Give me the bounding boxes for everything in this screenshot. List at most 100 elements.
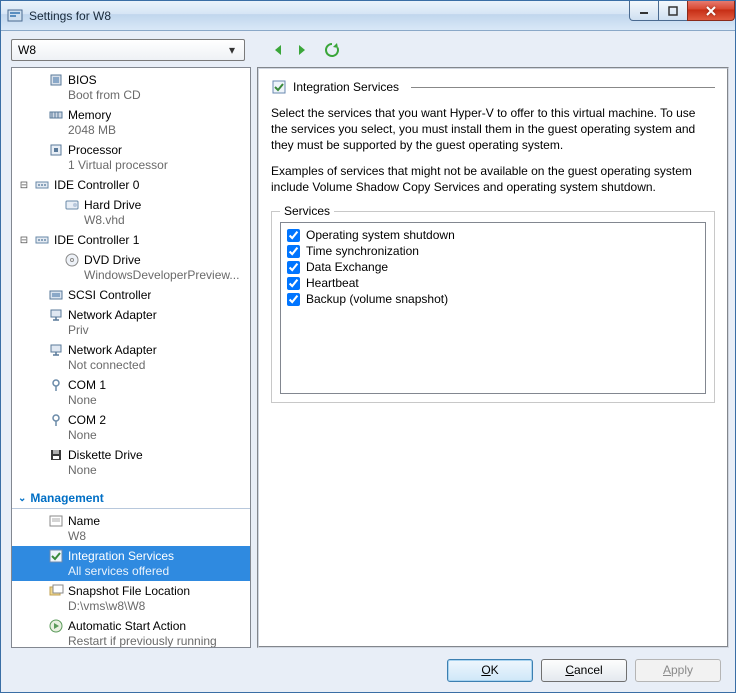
- tree-item-sub: 2048 MB: [32, 123, 246, 138]
- tree-item-label: Network Adapter: [68, 343, 157, 358]
- panel-icon: [271, 79, 287, 95]
- tree-item-label: Processor: [68, 143, 122, 158]
- start-icon: [48, 618, 64, 634]
- apply-button[interactable]: Apply: [635, 659, 721, 682]
- body: BIOSBoot from CDMemory2048 MBProcessor1 …: [1, 67, 735, 648]
- tree-item[interactable]: NameW8: [12, 511, 250, 546]
- ok-rest: K: [491, 663, 499, 677]
- tree-item[interactable]: SCSI Controller: [12, 285, 250, 305]
- hdd-icon: [64, 197, 80, 213]
- vm-selector-value: W8: [18, 43, 36, 57]
- refresh-button[interactable]: [323, 41, 341, 59]
- settings-tree[interactable]: BIOSBoot from CDMemory2048 MBProcessor1 …: [11, 67, 251, 648]
- tree-item[interactable]: ⊟ IDE Controller 1: [12, 230, 250, 250]
- tree-item-label: BIOS: [68, 73, 97, 88]
- management-header: ⌄ Management: [12, 488, 250, 509]
- tree-item-label: COM 1: [68, 378, 106, 393]
- cancel-button[interactable]: Cancel: [541, 659, 627, 682]
- tree-item-sub: WindowsDeveloperPreview...: [48, 268, 246, 283]
- services-list: Operating system shutdown Time synchroniz…: [280, 222, 706, 394]
- app-icon: [7, 8, 23, 24]
- chevron-down-icon: ▾: [224, 43, 240, 57]
- next-button[interactable]: [293, 41, 311, 59]
- service-checkbox[interactable]: [287, 245, 300, 258]
- maximize-button[interactable]: [658, 1, 688, 21]
- service-item: Heartbeat: [287, 275, 699, 291]
- settings-window: Settings for W8 W8 ▾: [0, 0, 736, 693]
- service-item: Data Exchange: [287, 259, 699, 275]
- tree-item-label: IDE Controller 0: [54, 178, 139, 193]
- tree-item-sub: None: [32, 463, 246, 478]
- tree-item[interactable]: Memory2048 MB: [12, 105, 250, 140]
- tree-item[interactable]: Hard DriveW8.vhd: [12, 195, 250, 230]
- tree-item-label: Diskette Drive: [68, 448, 143, 463]
- tree-item[interactable]: Diskette DriveNone: [12, 445, 250, 480]
- tree-item[interactable]: Network AdapterPriv: [12, 305, 250, 340]
- vm-selector[interactable]: W8 ▾: [11, 39, 245, 61]
- close-button[interactable]: [687, 1, 735, 21]
- service-label: Operating system shutdown: [306, 228, 455, 242]
- service-item: Time synchronization: [287, 243, 699, 259]
- ok-button[interactable]: OK: [447, 659, 533, 682]
- svc-icon: [48, 548, 64, 564]
- tree-item-label: SCSI Controller: [68, 288, 151, 303]
- tree-item[interactable]: COM 2None: [12, 410, 250, 445]
- minimize-button[interactable]: [629, 1, 659, 21]
- tree-item[interactable]: ⊟ IDE Controller 0: [12, 175, 250, 195]
- tree-item-label: DVD Drive: [84, 253, 141, 268]
- cancel-rest: ancel: [574, 663, 603, 677]
- chip-icon: [48, 72, 64, 88]
- net-icon: [48, 342, 64, 358]
- ctrl-icon: [34, 177, 50, 193]
- divider: [411, 87, 715, 88]
- service-checkbox[interactable]: [287, 293, 300, 306]
- service-label: Data Exchange: [306, 260, 388, 274]
- cd-icon: [64, 252, 80, 268]
- tree-item-label: Hard Drive: [84, 198, 141, 213]
- ram-icon: [48, 107, 64, 123]
- tree-item-label: Memory: [68, 108, 111, 123]
- service-checkbox[interactable]: [287, 277, 300, 290]
- tree-item-sub: Restart if previously running: [32, 634, 246, 648]
- tree-item-sub: W8.vhd: [48, 213, 246, 228]
- tree-item-label: IDE Controller 1: [54, 233, 139, 248]
- tree-item-label: COM 2: [68, 413, 106, 428]
- window-title: Settings for W8: [29, 9, 630, 23]
- service-label: Heartbeat: [306, 276, 359, 290]
- service-label: Backup (volume snapshot): [306, 292, 448, 306]
- service-checkbox[interactable]: [287, 229, 300, 242]
- tree-item[interactable]: DVD DriveWindowsDeveloperPreview...: [12, 250, 250, 285]
- dialog-buttons: OK Cancel Apply: [1, 648, 735, 692]
- expander-icon[interactable]: ⊟: [18, 179, 30, 191]
- tree-item[interactable]: Integration ServicesAll services offered: [12, 546, 250, 581]
- tree-item-sub: None: [32, 428, 246, 443]
- tree-item-sub: Boot from CD: [32, 88, 246, 103]
- tree-item-sub: Priv: [32, 323, 246, 338]
- tree-item[interactable]: Processor1 Virtual processor: [12, 140, 250, 175]
- apply-rest: pply: [671, 663, 693, 677]
- service-checkbox[interactable]: [287, 261, 300, 274]
- ctrl-icon: [34, 232, 50, 248]
- titlebar: Settings for W8: [1, 1, 735, 31]
- tree-item[interactable]: Automatic Start ActionRestart if previou…: [12, 616, 250, 648]
- panel-description-1: Select the services that you want Hyper-…: [271, 105, 715, 153]
- chevron-icon: ⌄: [18, 493, 26, 504]
- tree-item-sub: 1 Virtual processor: [32, 158, 246, 173]
- services-legend: Services: [280, 204, 334, 218]
- panel-description-2: Examples of services that might not be a…: [271, 163, 715, 195]
- cpu-icon: [48, 142, 64, 158]
- tree-item[interactable]: COM 1None: [12, 375, 250, 410]
- expander-icon[interactable]: ⊟: [18, 234, 30, 246]
- name-icon: [48, 513, 64, 529]
- scsi-icon: [48, 287, 64, 303]
- service-item: Operating system shutdown: [287, 227, 699, 243]
- tree-item[interactable]: Snapshot File LocationD:\vms\w8\W8: [12, 581, 250, 616]
- tree-item[interactable]: BIOSBoot from CD: [12, 70, 250, 105]
- tree-item-sub: All services offered: [32, 564, 246, 579]
- tree-item-sub: Not connected: [32, 358, 246, 373]
- prev-button[interactable]: [269, 41, 287, 59]
- service-label: Time synchronization: [306, 244, 419, 258]
- snap-icon: [48, 583, 64, 599]
- tree-item-sub: None: [32, 393, 246, 408]
- tree-item[interactable]: Network AdapterNot connected: [12, 340, 250, 375]
